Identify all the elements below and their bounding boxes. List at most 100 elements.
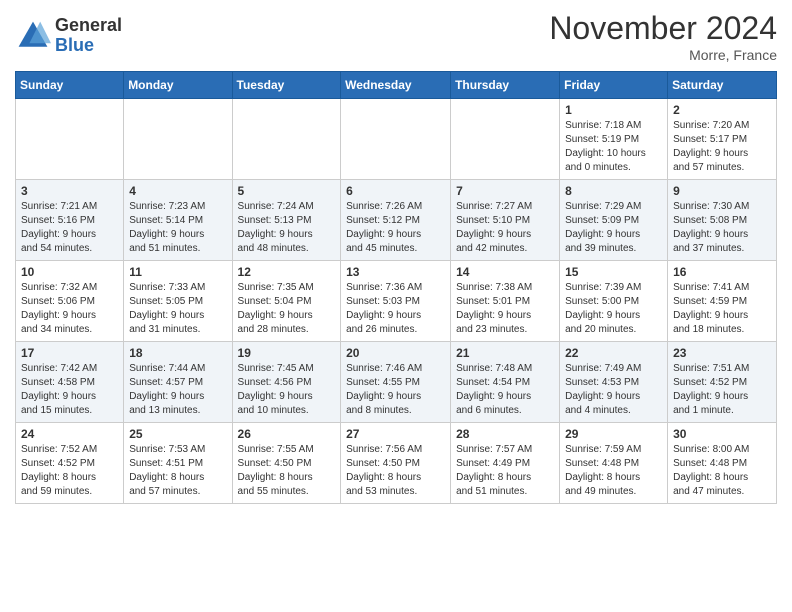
calendar-cell-w5d5: 29Sunrise: 7:59 AM Sunset: 4:48 PM Dayli… bbox=[560, 423, 668, 504]
header-monday: Monday bbox=[124, 72, 232, 99]
day-info: Sunrise: 7:35 AM Sunset: 5:04 PM Dayligh… bbox=[238, 281, 336, 337]
day-number: 14 bbox=[456, 265, 554, 279]
calendar-cell-w5d1: 25Sunrise: 7:53 AM Sunset: 4:51 PM Dayli… bbox=[124, 423, 232, 504]
header-saturday: Saturday bbox=[668, 72, 777, 99]
calendar-cell-w3d6: 16 Sunrise: 7:41 AM Sunset: 4:59 PM Dayli… bbox=[668, 261, 777, 342]
day-number: 6 bbox=[346, 184, 445, 198]
day-info: Sunrise: 7:48 AM Sunset: 4:54 PM Dayligh… bbox=[456, 362, 554, 418]
day-info: Sunrise: 7:49 AM Sunset: 4:53 PM Dayligh… bbox=[565, 362, 662, 418]
day-info: Sunrise: 7:36 AM Sunset: 5:03 PM Dayligh… bbox=[346, 281, 445, 337]
header-tuesday: Tuesday bbox=[232, 72, 341, 99]
day-info: Sunrise: 7:57 AM Sunset: 4:49 PM Dayligh… bbox=[456, 443, 554, 499]
day-number: 7 bbox=[456, 184, 554, 198]
header-row: Sunday Monday Tuesday Wednesday Thursday… bbox=[16, 72, 777, 99]
day-number: 17 bbox=[21, 346, 118, 360]
logo: General Blue bbox=[15, 16, 122, 56]
calendar-cell-w3d0: 10 Sunrise: 7:32 AM Sunset: 5:06 PM Dayli… bbox=[16, 261, 124, 342]
day-number: 10 bbox=[21, 265, 118, 279]
day-number: 16 bbox=[673, 265, 771, 279]
calendar-cell-w3d3: 13Sunrise: 7:36 AM Sunset: 5:03 PM Dayli… bbox=[341, 261, 451, 342]
day-info: Sunrise: 7:55 AM Sunset: 4:50 PM Dayligh… bbox=[238, 443, 336, 499]
header: General Blue November 2024 Morre, France bbox=[15, 10, 777, 63]
day-number: 25 bbox=[129, 427, 226, 441]
day-number: 15 bbox=[565, 265, 662, 279]
calendar-cell-w2d1: 4 Sunrise: 7:23 AM Sunset: 5:14 PM Daylig… bbox=[124, 180, 232, 261]
day-number: 20 bbox=[346, 346, 445, 360]
week-row-3: 10 Sunrise: 7:32 AM Sunset: 5:06 PM Dayli… bbox=[16, 261, 777, 342]
calendar-cell-w4d1: 18 Sunrise: 7:44 AM Sunset: 4:57 PM Dayli… bbox=[124, 342, 232, 423]
calendar-cell-w1d6: 2 Sunrise: 7:20 AM Sunset: 5:17 PM Daylig… bbox=[668, 99, 777, 180]
calendar-header: Sunday Monday Tuesday Wednesday Thursday… bbox=[16, 72, 777, 99]
day-number: 29 bbox=[565, 427, 662, 441]
day-info: Sunrise: 7:52 AM Sunset: 4:52 PM Dayligh… bbox=[21, 443, 118, 499]
calendar-body: 1 Sunrise: 7:18 AM Sunset: 5:19 PM Daylig… bbox=[16, 99, 777, 504]
day-info: Sunrise: 7:32 AM Sunset: 5:06 PM Dayligh… bbox=[21, 281, 118, 337]
logo-general: General bbox=[55, 16, 122, 36]
day-number: 5 bbox=[238, 184, 336, 198]
header-wednesday: Wednesday bbox=[341, 72, 451, 99]
calendar-cell-w5d2: 26 Sunrise: 7:55 AM Sunset: 4:50 PM Dayli… bbox=[232, 423, 341, 504]
day-info: Sunrise: 7:20 AM Sunset: 5:17 PM Dayligh… bbox=[673, 119, 771, 175]
day-info: Sunrise: 7:51 AM Sunset: 4:52 PM Dayligh… bbox=[673, 362, 771, 418]
title-block: November 2024 Morre, France bbox=[549, 10, 777, 63]
day-number: 12 bbox=[238, 265, 336, 279]
calendar-cell-w4d0: 17 Sunrise: 7:42 AM Sunset: 4:58 PM Dayli… bbox=[16, 342, 124, 423]
week-row-4: 17 Sunrise: 7:42 AM Sunset: 4:58 PM Dayli… bbox=[16, 342, 777, 423]
calendar-cell-w4d6: 23 Sunrise: 7:51 AM Sunset: 4:52 PM Dayli… bbox=[668, 342, 777, 423]
day-number: 11 bbox=[129, 265, 226, 279]
day-info: Sunrise: 7:46 AM Sunset: 4:55 PM Dayligh… bbox=[346, 362, 445, 418]
calendar-cell-w1d4 bbox=[451, 99, 560, 180]
calendar-cell-w2d3: 6Sunrise: 7:26 AM Sunset: 5:12 PM Daylig… bbox=[341, 180, 451, 261]
calendar-cell-w2d5: 8 Sunrise: 7:29 AM Sunset: 5:09 PM Daylig… bbox=[560, 180, 668, 261]
day-number: 8 bbox=[565, 184, 662, 198]
calendar-cell-w5d6: 30 Sunrise: 8:00 AM Sunset: 4:48 PM Dayli… bbox=[668, 423, 777, 504]
location: Morre, France bbox=[549, 47, 777, 63]
day-info: Sunrise: 7:38 AM Sunset: 5:01 PM Dayligh… bbox=[456, 281, 554, 337]
calendar-cell-w1d3 bbox=[341, 99, 451, 180]
day-number: 26 bbox=[238, 427, 336, 441]
week-row-2: 3 Sunrise: 7:21 AM Sunset: 5:16 PM Daylig… bbox=[16, 180, 777, 261]
day-info: Sunrise: 7:42 AM Sunset: 4:58 PM Dayligh… bbox=[21, 362, 118, 418]
day-number: 4 bbox=[129, 184, 226, 198]
day-number: 3 bbox=[21, 184, 118, 198]
day-number: 9 bbox=[673, 184, 771, 198]
calendar-cell-w2d6: 9 Sunrise: 7:30 AM Sunset: 5:08 PM Daylig… bbox=[668, 180, 777, 261]
logo-icon bbox=[15, 18, 51, 54]
day-number: 21 bbox=[456, 346, 554, 360]
day-info: Sunrise: 7:41 AM Sunset: 4:59 PM Dayligh… bbox=[673, 281, 771, 337]
calendar-cell-w5d0: 24Sunrise: 7:52 AM Sunset: 4:52 PM Dayli… bbox=[16, 423, 124, 504]
header-thursday: Thursday bbox=[451, 72, 560, 99]
day-info: Sunrise: 7:44 AM Sunset: 4:57 PM Dayligh… bbox=[129, 362, 226, 418]
day-number: 27 bbox=[346, 427, 445, 441]
day-number: 22 bbox=[565, 346, 662, 360]
day-info: Sunrise: 7:23 AM Sunset: 5:14 PM Dayligh… bbox=[129, 200, 226, 256]
logo-text: General Blue bbox=[55, 16, 122, 56]
day-info: Sunrise: 7:21 AM Sunset: 5:16 PM Dayligh… bbox=[21, 200, 118, 256]
day-info: Sunrise: 8:00 AM Sunset: 4:48 PM Dayligh… bbox=[673, 443, 771, 499]
calendar-cell-w5d3: 27 Sunrise: 7:56 AM Sunset: 4:50 PM Dayli… bbox=[341, 423, 451, 504]
day-number: 28 bbox=[456, 427, 554, 441]
day-info: Sunrise: 7:56 AM Sunset: 4:50 PM Dayligh… bbox=[346, 443, 445, 499]
day-number: 18 bbox=[129, 346, 226, 360]
calendar-cell-w1d1 bbox=[124, 99, 232, 180]
calendar-cell-w1d2 bbox=[232, 99, 341, 180]
calendar-cell-w3d2: 12 Sunrise: 7:35 AM Sunset: 5:04 PM Dayli… bbox=[232, 261, 341, 342]
header-friday: Friday bbox=[560, 72, 668, 99]
week-row-1: 1 Sunrise: 7:18 AM Sunset: 5:19 PM Daylig… bbox=[16, 99, 777, 180]
calendar-cell-w1d0 bbox=[16, 99, 124, 180]
day-info: Sunrise: 7:30 AM Sunset: 5:08 PM Dayligh… bbox=[673, 200, 771, 256]
day-info: Sunrise: 7:18 AM Sunset: 5:19 PM Dayligh… bbox=[565, 119, 662, 175]
day-info: Sunrise: 7:29 AM Sunset: 5:09 PM Dayligh… bbox=[565, 200, 662, 256]
day-number: 23 bbox=[673, 346, 771, 360]
day-number: 19 bbox=[238, 346, 336, 360]
month-title: November 2024 bbox=[549, 10, 777, 47]
day-number: 1 bbox=[565, 103, 662, 117]
calendar-cell-w3d1: 11Sunrise: 7:33 AM Sunset: 5:05 PM Dayli… bbox=[124, 261, 232, 342]
day-number: 2 bbox=[673, 103, 771, 117]
calendar-cell-w1d5: 1 Sunrise: 7:18 AM Sunset: 5:19 PM Daylig… bbox=[560, 99, 668, 180]
calendar-cell-w4d4: 21 Sunrise: 7:48 AM Sunset: 4:54 PM Dayli… bbox=[451, 342, 560, 423]
page: General Blue November 2024 Morre, France… bbox=[0, 0, 792, 514]
day-number: 30 bbox=[673, 427, 771, 441]
calendar-cell-w3d4: 14 Sunrise: 7:38 AM Sunset: 5:01 PM Dayli… bbox=[451, 261, 560, 342]
calendar-cell-w2d4: 7Sunrise: 7:27 AM Sunset: 5:10 PM Daylig… bbox=[451, 180, 560, 261]
